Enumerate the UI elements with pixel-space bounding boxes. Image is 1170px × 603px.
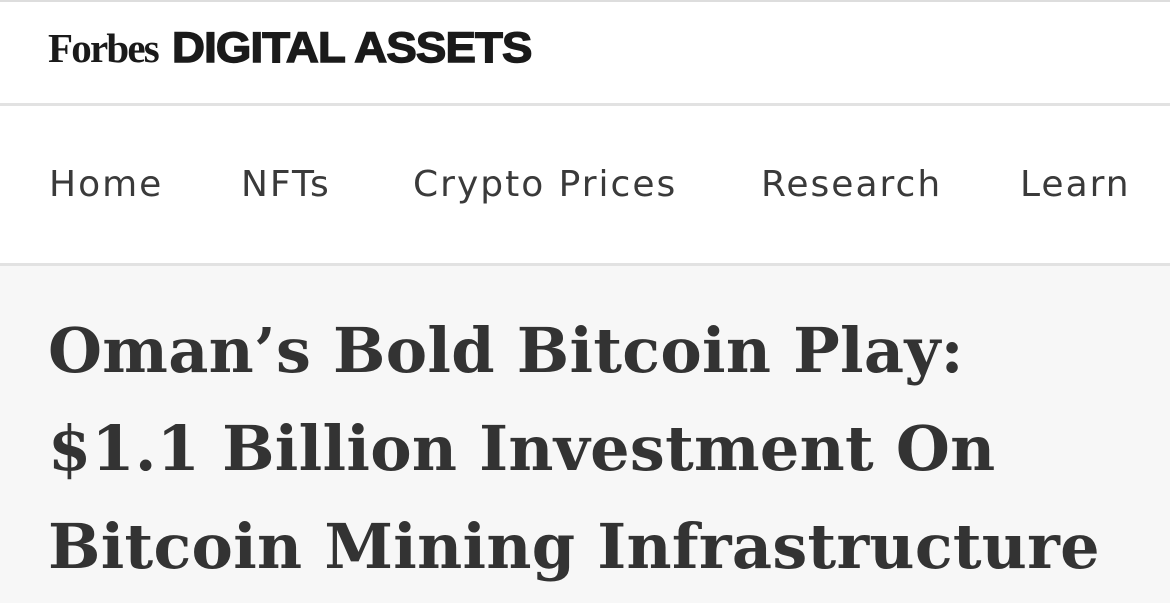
article-area: Oman’s Bold Bitcoin Play: $1.1 Billion I… [0, 266, 1170, 603]
nav-item-home[interactable]: Home [49, 164, 163, 205]
brand-logo[interactable]: Forbes DIGITAL ASSETS [48, 23, 533, 73]
nav-item-nfts[interactable]: NFTs [241, 164, 331, 205]
site-header: Forbes DIGITAL ASSETS [0, 0, 1170, 106]
section-wordmark: DIGITAL ASSETS [171, 23, 533, 72]
nav-item-research[interactable]: Research [761, 164, 942, 205]
main-nav: Home NFTs Crypto Prices Research Learn [0, 106, 1170, 266]
nav-item-crypto-prices[interactable]: Crypto Prices [413, 164, 677, 205]
article-headline[interactable]: Oman’s Bold Bitcoin Play: $1.1 Billion I… [48, 302, 1128, 596]
forbes-wordmark: Forbes [48, 25, 160, 71]
nav-item-learn[interactable]: Learn [1020, 164, 1131, 205]
